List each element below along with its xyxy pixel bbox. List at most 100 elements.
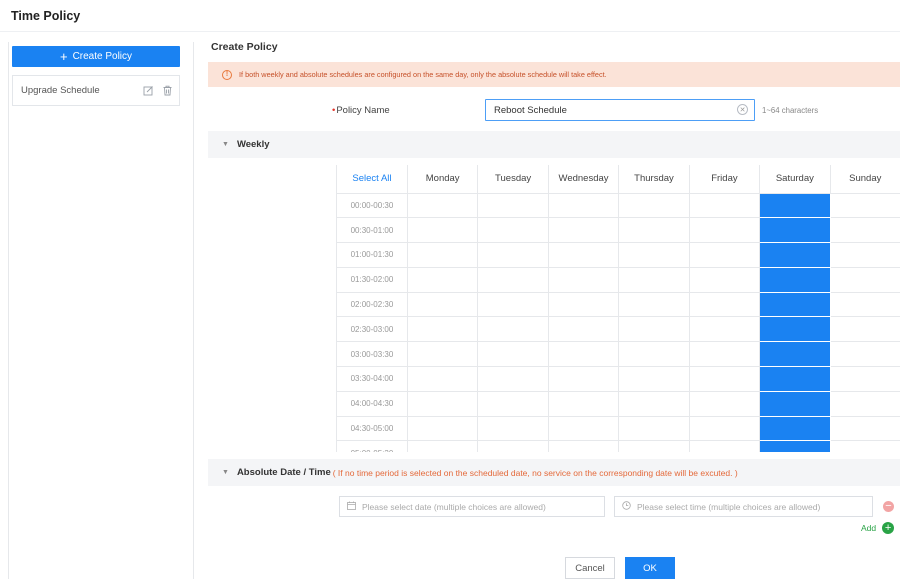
schedule-cell[interactable] [407, 416, 479, 442]
schedule-cell[interactable] [830, 193, 900, 219]
schedule-cell[interactable] [618, 366, 690, 392]
schedule-cell[interactable] [548, 341, 620, 368]
schedule-cell[interactable] [759, 366, 831, 392]
schedule-cell[interactable] [689, 316, 761, 343]
policy-name-input[interactable]: Reboot Schedule ✕ [485, 99, 755, 121]
schedule-cell[interactable] [548, 416, 620, 442]
schedule-cell[interactable] [407, 366, 479, 392]
schedule-cell[interactable] [759, 416, 831, 442]
schedule-cell[interactable] [548, 217, 620, 244]
schedule-cell[interactable] [548, 316, 620, 343]
create-policy-button[interactable]: + Create Policy [12, 46, 180, 67]
schedule-cell[interactable] [830, 267, 900, 293]
schedule-cell[interactable] [689, 267, 761, 293]
edit-icon[interactable] [143, 85, 154, 96]
schedule-cell[interactable] [407, 267, 479, 293]
day-header-thursday[interactable]: Thursday [618, 165, 690, 194]
schedule-cell[interactable] [689, 193, 761, 219]
schedule-cell[interactable] [477, 391, 549, 417]
schedule-cell[interactable] [830, 316, 900, 343]
day-header-wednesday[interactable]: Wednesday [548, 165, 620, 194]
time-slot-label[interactable]: 02:30-03:00 [337, 316, 408, 343]
delete-icon[interactable] [162, 85, 173, 96]
select-all-button[interactable]: Select All [337, 165, 408, 194]
weekly-section-header[interactable]: ▼ Weekly [208, 131, 900, 158]
schedule-cell[interactable] [759, 341, 831, 368]
add-button[interactable]: Add + [861, 522, 895, 534]
schedule-cell[interactable] [477, 193, 549, 219]
schedule-cell[interactable] [689, 242, 761, 268]
schedule-cell[interactable] [759, 391, 831, 417]
schedule-cell[interactable] [618, 292, 690, 318]
time-slot-label[interactable]: 02:00-02:30 [337, 292, 408, 318]
schedule-cell[interactable] [618, 242, 690, 268]
schedule-cell[interactable] [618, 267, 690, 293]
day-header-monday[interactable]: Monday [407, 165, 479, 194]
schedule-cell[interactable] [689, 416, 761, 442]
schedule-cell[interactable] [830, 242, 900, 268]
schedule-cell[interactable] [759, 217, 831, 244]
schedule-cell[interactable] [407, 217, 479, 244]
clear-icon[interactable]: ✕ [737, 104, 748, 115]
schedule-cell[interactable] [548, 292, 620, 318]
day-header-friday[interactable]: Friday [689, 165, 761, 194]
time-slot-label[interactable]: 00:30-01:00 [337, 217, 408, 244]
time-slot-label[interactable]: 00:00-00:30 [337, 193, 408, 219]
ok-button[interactable]: OK [625, 557, 675, 579]
schedule-cell[interactable] [830, 292, 900, 318]
schedule-cell[interactable] [618, 316, 690, 343]
schedule-cell[interactable] [689, 391, 761, 417]
schedule-cell[interactable] [407, 193, 479, 219]
time-slot-label[interactable]: 01:00-01:30 [337, 242, 408, 268]
schedule-cell[interactable] [830, 391, 900, 417]
schedule-cell[interactable] [548, 440, 620, 452]
schedule-cell[interactable] [477, 242, 549, 268]
schedule-cell[interactable] [689, 292, 761, 318]
schedule-cell[interactable] [477, 416, 549, 442]
schedule-cell[interactable] [407, 292, 479, 318]
schedule-cell[interactable] [477, 341, 549, 368]
schedule-cell[interactable] [407, 242, 479, 268]
schedule-cell[interactable] [759, 316, 831, 343]
schedule-cell[interactable] [830, 440, 900, 452]
schedule-cell[interactable] [830, 366, 900, 392]
absolute-section-header[interactable]: ▼ Absolute Date / Time ( If no time peri… [208, 459, 900, 486]
schedule-cell[interactable] [618, 193, 690, 219]
schedule-cell[interactable] [618, 391, 690, 417]
schedule-cell[interactable] [689, 440, 761, 452]
schedule-cell[interactable] [759, 267, 831, 293]
schedule-cell[interactable] [548, 267, 620, 293]
schedule-cell[interactable] [618, 440, 690, 452]
cancel-button[interactable]: Cancel [565, 557, 615, 579]
schedule-cell[interactable] [477, 292, 549, 318]
schedule-cell[interactable] [407, 391, 479, 417]
schedule-cell[interactable] [759, 292, 831, 318]
day-header-saturday[interactable]: Saturday [759, 165, 831, 194]
time-picker-input[interactable]: Please select time (multiple choices are… [614, 496, 873, 517]
time-slot-label[interactable]: 04:00-04:30 [337, 391, 408, 417]
schedule-cell[interactable] [689, 366, 761, 392]
schedule-cell[interactable] [548, 366, 620, 392]
schedule-cell[interactable] [477, 316, 549, 343]
schedule-cell[interactable] [477, 440, 549, 452]
sidebar-item-upgrade-schedule[interactable]: Upgrade Schedule [12, 75, 180, 106]
schedule-cell[interactable] [548, 242, 620, 268]
schedule-cell[interactable] [759, 440, 831, 452]
day-header-tuesday[interactable]: Tuesday [477, 165, 549, 194]
time-slot-label[interactable]: 03:00-03:30 [337, 341, 408, 368]
schedule-cell[interactable] [618, 341, 690, 368]
schedule-cell[interactable] [407, 440, 479, 452]
schedule-cell[interactable] [477, 217, 549, 244]
schedule-cell[interactable] [618, 416, 690, 442]
schedule-cell[interactable] [689, 341, 761, 368]
date-picker-input[interactable]: Please select date (multiple choices are… [339, 496, 605, 517]
schedule-cell[interactable] [830, 416, 900, 442]
schedule-cell[interactable] [830, 341, 900, 368]
schedule-cell[interactable] [618, 217, 690, 244]
schedule-cell[interactable] [407, 316, 479, 343]
schedule-cell[interactable] [477, 267, 549, 293]
day-header-sunday[interactable]: Sunday [830, 165, 900, 194]
schedule-cell[interactable] [407, 341, 479, 368]
time-slot-label[interactable]: 05:00-05:30 [337, 440, 408, 452]
schedule-cell[interactable] [689, 217, 761, 244]
